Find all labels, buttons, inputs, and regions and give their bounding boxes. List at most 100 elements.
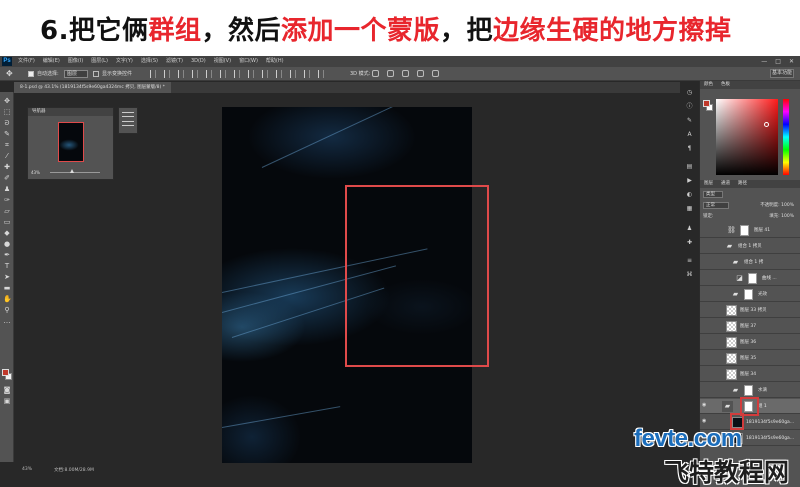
rotate-3d-icon[interactable] [372,70,379,77]
tab-paths[interactable]: 路径 [734,180,751,188]
menu-layer[interactable]: 图层(L) [91,56,108,67]
foreground-color-swatch[interactable] [2,369,9,376]
auto-select-dropdown[interactable]: 图层 [64,70,88,78]
status-zoom[interactable]: 43% [22,467,32,472]
navigator-slider-handle[interactable] [70,169,74,173]
screen-mode-icon[interactable]: ▣ [3,398,11,405]
align-icon[interactable] [192,70,198,78]
brush-icon[interactable]: ✐ [3,175,11,182]
menu-help[interactable]: 帮助(H) [266,56,284,67]
layer-thumbnail[interactable] [726,305,737,316]
hue-slider[interactable] [783,99,789,175]
zoom-icon[interactable]: ⚲ [3,307,11,314]
lasso-icon[interactable]: ᘐ [3,120,11,127]
layer-row[interactable]: ▰ 水滴 [700,383,800,398]
shape-icon[interactable]: ▬ [3,285,11,292]
layer-filter-dropdown[interactable]: 类型 [703,191,723,198]
layer-thumbnail[interactable] [726,369,737,380]
document-tab[interactable]: 8-1.psd @ 43.1% (1819134f5s9e60ga4324mc … [14,82,171,93]
blend-mode-dropdown[interactable]: 正常 [703,202,729,209]
layer-row[interactable]: ▰ 组合 1 拷 [700,255,800,270]
show-transform-checkbox[interactable] [93,71,99,77]
align-icon[interactable] [220,70,226,78]
eyedropper-icon[interactable]: ⁄ [3,153,11,160]
crop-icon[interactable]: ⌗ [3,142,11,149]
align-icon[interactable] [248,70,254,78]
brush-presets-icon[interactable]: ✎ [685,117,694,125]
info-icon[interactable]: ⓘ [685,103,694,111]
menu-window[interactable]: 窗口(W) [239,56,258,67]
align-icon[interactable] [234,70,240,78]
eye-icon[interactable]: ◉ [702,419,708,424]
layer-mask-thumbnail[interactable] [744,385,753,396]
align-icon[interactable] [290,70,296,78]
dodge-icon[interactable]: ● [3,241,11,248]
layer-row[interactable]: ▰ 光效 [700,287,800,302]
styles-icon[interactable]: ▤ [685,163,694,171]
align-icon[interactable] [206,70,212,78]
history-icon[interactable]: ◷ [685,89,694,97]
paths-icon[interactable]: ⌘ [685,271,694,279]
move-tool-icon[interactable]: ✥ [6,67,13,81]
hand-icon[interactable]: ✋ [3,296,12,303]
menu-3d[interactable]: 3D(D) [191,56,206,67]
color-panel-swatches[interactable] [703,100,713,112]
swatches-icon[interactable]: ▦ [685,205,694,213]
color-picker-field[interactable] [716,99,778,175]
eraser-icon[interactable]: ▱ [3,208,11,215]
drag-3d-icon[interactable] [402,70,409,77]
align-icon[interactable] [304,70,310,78]
layer-row[interactable]: 图层 37 [700,319,800,334]
minimize-button[interactable]: — [761,56,767,67]
adjustments-icon[interactable]: ◐ [685,191,694,199]
path-select-icon[interactable]: ➤ [3,274,11,281]
clone-stamp-icon[interactable]: ♟ [3,186,11,193]
auto-select-checkbox[interactable] [28,71,34,77]
more-tools-icon[interactable]: … [3,318,11,325]
menu-select[interactable]: 选择(S) [141,56,158,67]
close-button[interactable]: ✕ [789,56,794,67]
clone-source-icon[interactable]: ♟ [685,225,694,233]
align-icon[interactable] [164,70,170,78]
layer-thumbnail[interactable] [726,337,737,348]
quick-mask-icon[interactable]: ◙ [3,387,11,394]
layer-row[interactable]: 图层 36 [700,335,800,350]
marquee-icon[interactable]: ⬚ [3,109,11,116]
layer-row[interactable]: 图层 34 [700,367,800,382]
character-icon[interactable]: A [685,131,694,139]
layer-mask-thumbnail[interactable] [748,273,757,284]
menu-type[interactable]: 文字(Y) [116,56,133,67]
quick-select-icon[interactable]: ✎ [3,131,11,138]
layer-mask-thumbnail[interactable] [740,225,749,236]
history-brush-icon[interactable]: ✑ [3,197,11,204]
foreground-color-swatch[interactable] [703,100,710,107]
fill-field[interactable]: 填充: 100% [769,213,794,221]
pen-icon[interactable]: ✒ [3,252,11,259]
align-icon[interactable] [150,70,156,78]
workspace-switcher[interactable]: 基本功能 [770,69,794,78]
tab-color[interactable]: 颜色 [700,81,717,89]
layer-row[interactable]: ◪ 曲线 ... [700,271,800,286]
menu-image[interactable]: 图像(I) [68,56,83,67]
tool-presets-icon[interactable]: ✚ [685,239,694,247]
fg-bg-colors[interactable] [2,369,12,381]
slide-3d-icon[interactable] [417,70,424,77]
type-icon[interactable]: T [3,263,11,270]
tab-channels[interactable]: 通道 [717,180,734,188]
histogram-icon[interactable] [122,112,134,117]
align-icon[interactable] [262,70,268,78]
layer-thumbnail[interactable] [726,321,737,332]
maximize-button[interactable]: □ [775,56,781,67]
scale-3d-icon[interactable] [432,70,439,77]
navigator-zoom-slider[interactable] [50,172,100,173]
menu-view[interactable]: 视图(V) [214,56,231,67]
menu-file[interactable]: 文件(F) [18,56,35,67]
navigator-zoom[interactable]: 43% [31,170,40,175]
layer-row[interactable]: 图层 35 [700,351,800,366]
layer-thumbnail[interactable] [726,353,737,364]
menu-filter[interactable]: 滤镜(T) [166,56,183,67]
navigator-thumbnail[interactable] [58,122,84,162]
color-picker-cursor[interactable] [764,122,769,127]
tab-layers[interactable]: 图层 [700,180,717,188]
channels-icon[interactable]: ≡ [685,257,694,265]
